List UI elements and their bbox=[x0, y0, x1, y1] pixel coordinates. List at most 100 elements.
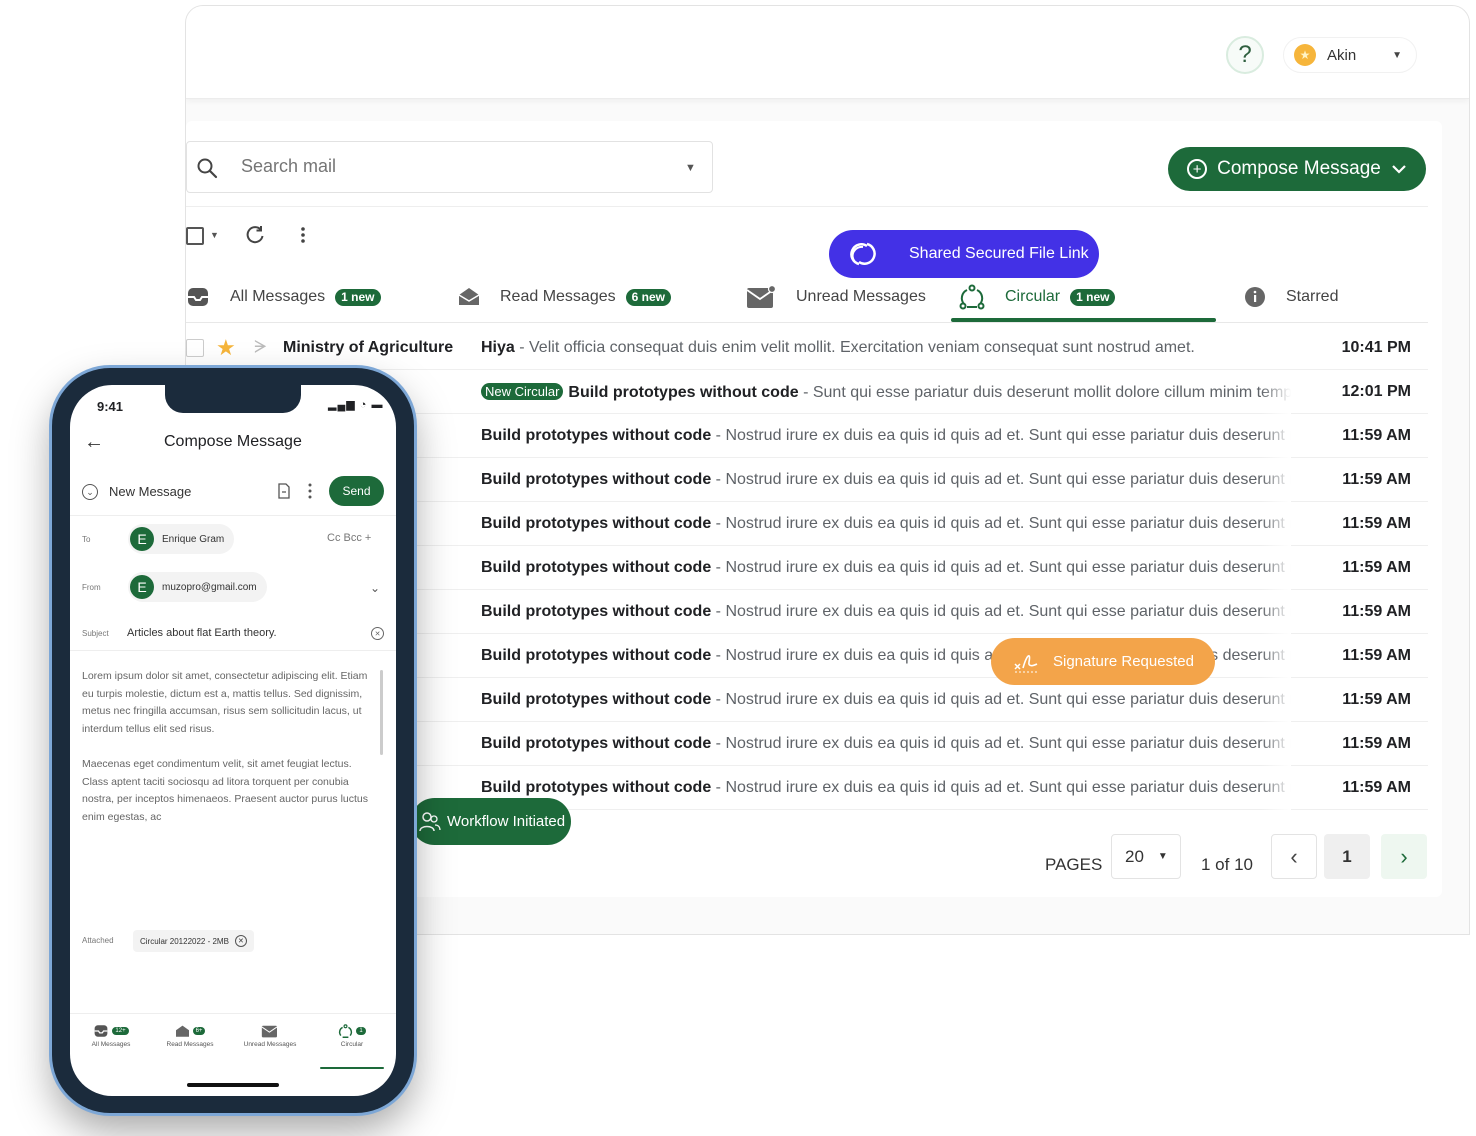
to-label: To bbox=[82, 535, 91, 544]
compose-title: Compose Message bbox=[164, 433, 302, 450]
preview-fade bbox=[1261, 458, 1291, 502]
phone-mockup: 9:41 ▂▄▆ ◔ ▬ ← Compose Message ⌄ New Mes… bbox=[52, 368, 414, 1113]
preview-fade bbox=[1261, 722, 1291, 766]
select-all-checkbox[interactable] bbox=[186, 227, 204, 245]
mail-sender: Ministry of Agriculture bbox=[283, 339, 454, 356]
mail-snippet: - Nostrud irure ex duis ea quis id quis … bbox=[711, 603, 1291, 620]
mail-subject: Build prototypes without code bbox=[481, 559, 712, 576]
tab-all-messages[interactable]: All Messages 1 new bbox=[186, 271, 381, 323]
tab-unread-messages-label: Unread Messages bbox=[796, 288, 926, 305]
chevron-circle-icon[interactable]: ⌄ bbox=[82, 484, 98, 500]
chevron-down-icon[interactable]: ⌄ bbox=[370, 581, 380, 595]
bottom-nav-label: All Messages bbox=[91, 1041, 131, 1048]
tab-read-messages[interactable]: Read Messages 6 new bbox=[458, 271, 671, 323]
compose-message-label: Compose Message bbox=[1217, 158, 1381, 179]
back-arrow-icon[interactable]: ← bbox=[84, 431, 104, 454]
current-page-button[interactable]: 1 bbox=[1324, 834, 1370, 879]
bottom-nav-read-messages[interactable]: 6+ Read Messages bbox=[155, 1021, 225, 1048]
bottom-nav-divider bbox=[70, 1013, 396, 1014]
mail-subject: Build prototypes without code bbox=[481, 471, 712, 488]
mail-time: 11:59 AM bbox=[1342, 691, 1411, 708]
recipient-chip[interactable]: E Enrique Gram bbox=[128, 524, 235, 554]
mail-time: 12:01 PM bbox=[1341, 383, 1411, 400]
message-tabs: All Messages 1 new Read Messages 6 new U… bbox=[186, 271, 1428, 323]
mail-preview: Build prototypes without code - Nostrud … bbox=[481, 603, 1291, 621]
mail-subject: Build prototypes without code bbox=[481, 779, 712, 796]
bottom-nav: 12+ All Messages 6+ Read Messages Unread… bbox=[70, 1015, 396, 1075]
recipient-name: Enrique Gram bbox=[162, 533, 225, 545]
workflow-initiated-label: Workflow Initiated bbox=[447, 813, 566, 830]
compose-message-button[interactable]: + Compose Message bbox=[1168, 147, 1426, 191]
workflow-initiated-badge: Workflow Initiated bbox=[411, 798, 571, 845]
more-vertical-icon[interactable] bbox=[299, 225, 307, 245]
important-marker-icon[interactable]: ᗒ bbox=[254, 337, 267, 358]
document-icon[interactable] bbox=[277, 483, 291, 499]
user-name: Akin bbox=[1327, 46, 1357, 64]
mail-preview: Build prototypes without code - Nostrud … bbox=[481, 691, 1291, 709]
next-page-button[interactable]: › bbox=[1381, 834, 1427, 879]
more-vertical-icon[interactable] bbox=[307, 482, 313, 500]
bottom-nav-unread-messages[interactable]: Unread Messages bbox=[235, 1021, 305, 1048]
refresh-icon[interactable] bbox=[244, 224, 266, 246]
user-menu[interactable]: ★ Akin ▼ bbox=[1283, 37, 1417, 73]
message-body-paragraph[interactable]: Lorem ipsum dolor sit amet, consectetur … bbox=[82, 668, 374, 738]
sender-chip[interactable]: E muzopro@gmail.com bbox=[128, 572, 267, 602]
mail-time: 11:59 AM bbox=[1342, 471, 1411, 488]
help-button[interactable]: ? bbox=[1226, 36, 1264, 74]
inbox-icon bbox=[95, 1025, 108, 1037]
mail-snippet: - Sunt qui esse pariatur duis deserunt m… bbox=[798, 384, 1291, 401]
toolbar-divider bbox=[186, 206, 1428, 207]
new-circular-tag: New Circular bbox=[481, 383, 564, 400]
bottom-nav-badge: 12+ bbox=[112, 1027, 129, 1035]
status-time: 9:41 bbox=[97, 399, 124, 414]
mail-time: 11:59 AM bbox=[1342, 427, 1411, 444]
search-input[interactable] bbox=[241, 156, 641, 177]
clear-icon[interactable]: ✕ bbox=[371, 627, 384, 640]
tab-circular-badge: 1 new bbox=[1070, 288, 1116, 306]
mail-preview: Build prototypes without code - Nostrud … bbox=[481, 559, 1291, 577]
cc-bcc-button[interactable]: Cc Bcc + bbox=[327, 532, 371, 544]
per-page-select[interactable]: 20 ▼ bbox=[1111, 834, 1181, 879]
tab-unread-messages[interactable]: Unread Messages bbox=[746, 271, 926, 323]
phone-notch bbox=[165, 385, 301, 413]
subject-field[interactable]: Articles about flat Earth theory. bbox=[127, 627, 277, 639]
mail-preview: Build prototypes without code - Nostrud … bbox=[481, 471, 1291, 489]
shared-secured-file-link-label: Shared Secured File Link bbox=[909, 245, 1089, 262]
body-scrollbar[interactable] bbox=[380, 670, 383, 755]
bottom-nav-label: Circular bbox=[340, 1041, 364, 1048]
mail-time: 11:59 AM bbox=[1342, 735, 1411, 752]
mail-snippet: - Nostrud irure ex duis ea quis id quis … bbox=[711, 735, 1291, 752]
plus-circle-icon: + bbox=[1187, 159, 1208, 179]
help-icon: ? bbox=[1238, 41, 1252, 68]
chevron-right-icon: › bbox=[1400, 843, 1408, 869]
mail-preview: Build prototypes without code - Nostrud … bbox=[481, 735, 1291, 753]
attachment-chip[interactable]: Circular 20122022 - 2MB ✕ bbox=[133, 930, 254, 952]
remove-attachment-icon[interactable]: ✕ bbox=[234, 935, 247, 947]
attachment-name: Circular 20122022 - 2MB bbox=[140, 936, 229, 946]
mail-subject: Build prototypes without code bbox=[481, 691, 712, 708]
tab-starred-label: Starred bbox=[1286, 288, 1339, 305]
preview-fade bbox=[1261, 590, 1291, 634]
bottom-nav-circular[interactable]: 1 Circular bbox=[317, 1021, 387, 1048]
search-box[interactable]: ▼ bbox=[186, 141, 713, 193]
bottom-nav-label: Read Messages bbox=[166, 1041, 214, 1048]
tab-circular[interactable]: Circular 1 new bbox=[959, 271, 1116, 323]
star-icon[interactable]: ★ bbox=[216, 335, 236, 361]
mail-time: 10:41 PM bbox=[1341, 339, 1411, 356]
message-body-paragraph[interactable]: Maecenas eget condimentum velit, sit ame… bbox=[82, 756, 374, 826]
users-icon bbox=[419, 811, 441, 833]
tab-starred[interactable]: Starred bbox=[1244, 271, 1338, 323]
tab-all-messages-label: All Messages bbox=[230, 288, 326, 305]
previous-page-button[interactable]: ‹ bbox=[1271, 834, 1317, 879]
send-button[interactable]: Send bbox=[329, 476, 384, 506]
mail-snippet: - Nostrud irure ex duis ea quis id quis … bbox=[711, 515, 1291, 532]
select-options-caret-icon[interactable]: ▼ bbox=[210, 230, 219, 240]
row-checkbox[interactable] bbox=[186, 339, 204, 357]
circular-icon bbox=[959, 284, 985, 310]
mail-row[interactable]: ★ ᗒ Ministry of Agriculture Hiya - Velit… bbox=[186, 326, 1428, 370]
bottom-nav-all-messages[interactable]: 12+ All Messages bbox=[76, 1021, 146, 1048]
mail-subject: Hiya bbox=[481, 339, 515, 356]
signature-requested-label: Signature Requested bbox=[1053, 653, 1194, 670]
envelope-open-icon bbox=[175, 1025, 189, 1037]
search-options-caret-icon[interactable]: ▼ bbox=[685, 162, 696, 174]
